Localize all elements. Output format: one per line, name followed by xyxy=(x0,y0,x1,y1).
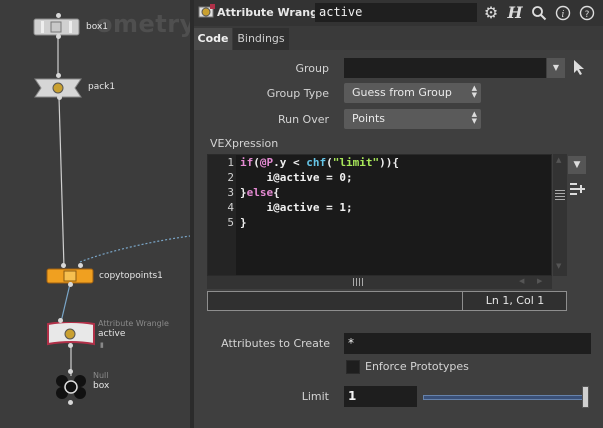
code-status-bar: Ln 1, Col 1 xyxy=(207,291,567,311)
limit-label: Limit xyxy=(301,390,329,403)
node-input-port[interactable] xyxy=(56,73,61,78)
group-dropdown-button[interactable]: ▼ xyxy=(547,58,565,78)
node-label: copytopoints1 xyxy=(99,271,163,281)
scroll-down-arrow-icon[interactable]: ▼ xyxy=(556,262,561,270)
help-icon[interactable]: ? xyxy=(577,3,597,23)
node-type-label: Attribute Wrangle xyxy=(98,319,169,328)
lock-icon: ▮ xyxy=(100,341,104,349)
svg-text:?: ? xyxy=(585,10,590,20)
tab-code[interactable]: Code xyxy=(194,28,232,50)
select-arrow-icon[interactable] xyxy=(572,59,586,78)
svg-text:i: i xyxy=(562,10,565,20)
scroll-right-arrow-icon[interactable]: ▶ xyxy=(537,277,542,285)
node-type-label: Attribute Wrangle xyxy=(217,6,330,19)
line-number: 4 xyxy=(227,201,234,214)
code-line: } xyxy=(240,216,247,229)
node-input-port[interactable] xyxy=(78,263,83,268)
menu-arrows-icon: ▲ ▼ xyxy=(471,110,477,125)
parameter-pane: Attribute Wrangle active ⚙ H i ? Code Bi… xyxy=(194,0,603,428)
line-number: 2 xyxy=(227,171,234,184)
node-output-port[interactable] xyxy=(68,400,73,405)
code-line: if(@P.y < chf("limit")){ xyxy=(240,156,399,169)
menu-arrows-icon: ▲ ▼ xyxy=(471,84,477,99)
line-number: 5 xyxy=(227,216,234,229)
help-h-icon[interactable]: H xyxy=(505,3,525,23)
node-type-label: Null xyxy=(93,371,109,380)
node-label: box xyxy=(93,381,110,391)
vex-code-editor[interactable]: 1 2 3 4 5 if(@P.y < chf("limit")){ i@act… xyxy=(207,154,552,276)
scroll-up-arrow-icon[interactable]: ▲ xyxy=(556,156,561,164)
create-spare-parms-icon[interactable] xyxy=(568,180,586,199)
node-input-port[interactable] xyxy=(61,263,66,268)
code-line: i@active = 1; xyxy=(240,201,353,214)
node-output-port[interactable] xyxy=(68,343,73,348)
limit-input[interactable]: 1 xyxy=(344,386,417,407)
group-type-value: Guess from Group xyxy=(352,86,452,99)
node-input-port[interactable] xyxy=(56,13,61,18)
node-input-port[interactable] xyxy=(58,318,63,323)
run-over-menu[interactable]: Points ▲ ▼ xyxy=(344,109,481,129)
code-horizontal-scrollbar[interactable]: ◀ ▶ xyxy=(207,276,552,289)
wrangle-node-icon xyxy=(198,3,216,21)
vexpression-label: VEXpression xyxy=(210,137,279,150)
group-type-label: Group Type xyxy=(266,87,329,100)
null-node-body xyxy=(56,375,86,399)
cursor-position: Ln 1, Col 1 xyxy=(462,292,567,310)
node-output-port[interactable] xyxy=(68,282,73,287)
code-vertical-scrollbar[interactable]: ▲ ▼ xyxy=(553,154,567,276)
node-output-port[interactable] xyxy=(56,34,61,39)
scroll-left-arrow-icon[interactable]: ◀ xyxy=(519,277,524,285)
network-editor-pane[interactable]: ometry box1 pack1 copytopoints1 Attribut… xyxy=(0,0,190,428)
parameter-header: Attribute Wrangle active ⚙ H i ? xyxy=(194,0,603,26)
enforce-prototypes-checkbox[interactable] xyxy=(346,360,360,374)
node-null-box[interactable] xyxy=(54,374,88,400)
code-tab-body: Group ▼ Group Type Guess from Group ▲ ▼ R… xyxy=(194,50,603,428)
limit-slider-track[interactable] xyxy=(423,395,589,400)
search-icon[interactable] xyxy=(529,3,549,23)
scroll-grip-icon[interactable] xyxy=(555,190,565,202)
attributes-to-create-label: Attributes to Create xyxy=(221,337,330,350)
group-field[interactable] xyxy=(344,58,546,78)
info-icon[interactable]: i xyxy=(553,3,573,23)
line-number: 3 xyxy=(227,186,234,199)
gear-icon[interactable]: ⚙ xyxy=(481,3,501,23)
run-over-value: Points xyxy=(352,112,386,125)
attributes-to-create-input[interactable]: * xyxy=(344,333,591,354)
node-name-input[interactable]: active xyxy=(315,3,477,22)
snippet-dropdown-button[interactable]: ▼ xyxy=(568,156,586,174)
node-label: pack1 xyxy=(88,82,116,92)
limit-slider-handle[interactable] xyxy=(582,386,589,408)
code-line: i@active = 0; xyxy=(240,171,353,184)
line-number: 1 xyxy=(227,156,234,169)
code-line: }else{ xyxy=(240,186,280,199)
node-label: box1 xyxy=(86,22,108,32)
line-number-gutter: 1 2 3 4 5 xyxy=(208,155,236,275)
node-output-port[interactable] xyxy=(57,95,62,100)
group-label: Group xyxy=(295,62,330,75)
group-type-menu[interactable]: Guess from Group ▲ ▼ xyxy=(344,83,481,103)
scroll-grip-icon[interactable] xyxy=(353,278,365,286)
run-over-label: Run Over xyxy=(277,113,329,126)
node-wires xyxy=(57,36,190,376)
node-label: active xyxy=(98,329,126,339)
tab-bindings[interactable]: Bindings xyxy=(233,28,289,50)
node-input-port[interactable] xyxy=(68,369,73,374)
enforce-prototypes-label: Enforce Prototypes xyxy=(365,360,469,373)
